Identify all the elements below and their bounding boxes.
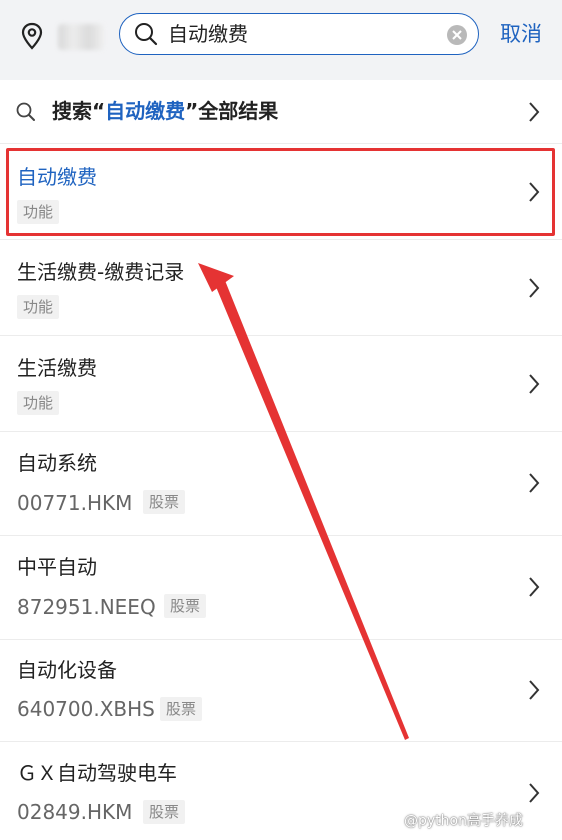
location-pin-icon[interactable] — [20, 22, 44, 50]
result-title: ＧＸ自动驾驶电车 — [17, 761, 177, 785]
result-title: 生活缴费 — [17, 356, 97, 380]
search-input[interactable]: 自动缴费 — [119, 13, 479, 55]
stock-code: 872951.NEEQ — [17, 595, 156, 619]
result-title: 生活缴费-缴费记录 — [17, 260, 185, 284]
search-icon — [135, 23, 158, 46]
chevron-right-icon — [529, 473, 540, 493]
watermark: @python高手养成 — [404, 813, 523, 829]
result-item[interactable]: 生活缴费-缴费记录 功能 — [0, 240, 562, 336]
chevron-right-icon — [529, 577, 540, 597]
search-all-results-row[interactable]: 搜索“自动缴费”全部结果 — [0, 80, 562, 144]
result-type-tag: 股票 — [143, 490, 186, 514]
stock-code: 02849.HKM — [17, 800, 133, 824]
result-title: 自动化设备 — [17, 658, 117, 682]
chevron-right-icon — [529, 182, 540, 202]
cancel-button[interactable]: 取消 — [500, 20, 542, 48]
chevron-right-icon — [529, 374, 540, 394]
result-type-tag: 功能 — [17, 295, 60, 319]
result-item[interactable]: 中平自动 872951.NEEQ 股票 — [0, 536, 562, 640]
search-all-results-label: 搜索“自动缴费”全部结果 — [52, 99, 279, 123]
search-query-text[interactable]: 自动缴费 — [168, 22, 248, 46]
chevron-right-icon — [529, 278, 540, 298]
result-item[interactable]: 自动化设备 640700.XBHS 股票 — [0, 640, 562, 742]
result-type-tag: 股票 — [143, 800, 186, 824]
stock-code: 00771.HKM — [17, 491, 133, 515]
result-title: 自动系统 — [17, 451, 97, 475]
result-type-tag: 功能 — [17, 200, 60, 224]
result-item[interactable]: 自动系统 00771.HKM 股票 — [0, 432, 562, 536]
result-type-tag: 股票 — [160, 697, 203, 721]
chevron-right-icon — [529, 680, 540, 700]
stock-code: 640700.XBHS — [17, 697, 155, 721]
search-icon — [16, 102, 35, 121]
result-title: 中平自动 — [17, 555, 97, 579]
result-type-tag: 功能 — [17, 391, 60, 415]
chevron-right-icon — [529, 102, 540, 122]
clear-icon[interactable] — [446, 24, 468, 46]
city-name-blurred[interactable] — [58, 24, 104, 50]
result-item[interactable]: 自动缴费 功能 — [0, 144, 562, 240]
result-title: 自动缴费 — [17, 165, 97, 189]
result-item[interactable]: 生活缴费 功能 — [0, 336, 562, 432]
top-bar: 自动缴费 取消 — [0, 0, 562, 80]
chevron-right-icon — [529, 783, 540, 803]
result-type-tag: 股票 — [164, 594, 207, 618]
